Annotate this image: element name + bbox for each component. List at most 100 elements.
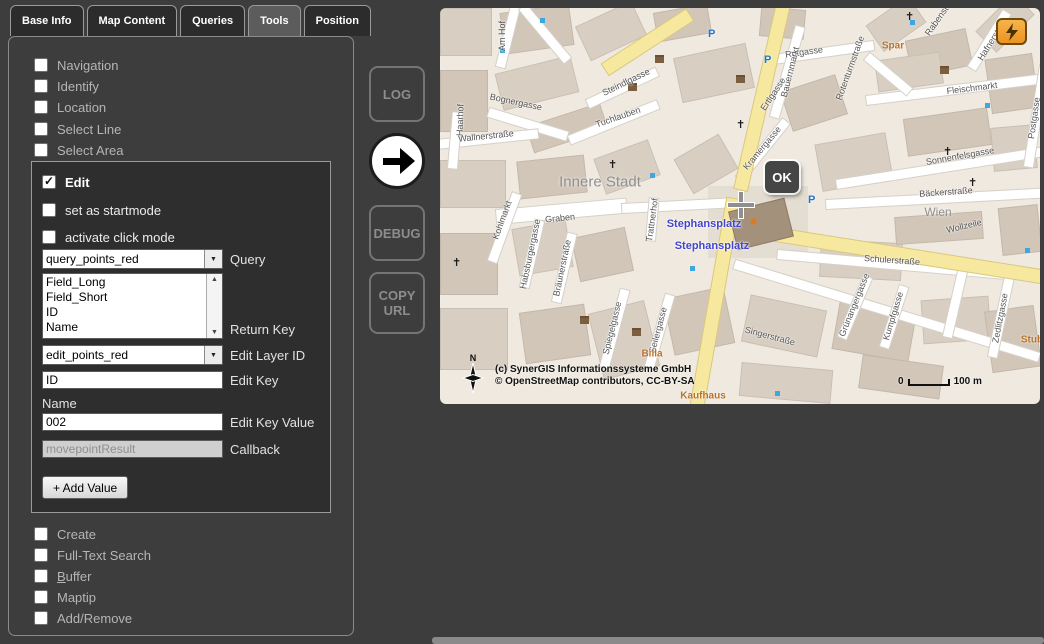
attribution-line: (c) SynerGIS Informationssysteme GmbH bbox=[495, 364, 695, 376]
poi-star-icon: * bbox=[750, 220, 757, 230]
select-line-checkbox[interactable] bbox=[34, 122, 48, 136]
query-select[interactable]: query_points_red ▼ bbox=[42, 249, 223, 269]
flash-tool-button[interactable] bbox=[996, 18, 1027, 45]
tab-queries[interactable]: Queries bbox=[180, 5, 245, 36]
building-block bbox=[571, 227, 634, 282]
church-icon: ✝ bbox=[608, 158, 617, 171]
activate-click-mode-checkbox[interactable] bbox=[42, 230, 56, 244]
debug-button[interactable]: DEBUG bbox=[369, 205, 425, 261]
parking-icon: P bbox=[808, 194, 815, 206]
select-area-label: Select Area bbox=[57, 143, 124, 158]
list-item[interactable]: Name bbox=[46, 320, 206, 335]
log-button[interactable]: LOG bbox=[369, 66, 425, 122]
scale-end: 100 m bbox=[954, 376, 982, 387]
edit-section: ✓ Edit set as startmode activate click m… bbox=[31, 161, 331, 513]
full-text-search-checkbox[interactable] bbox=[34, 548, 48, 562]
edit-key-value-input[interactable] bbox=[42, 413, 223, 431]
street-label: Graben bbox=[545, 211, 576, 224]
callback-label: Callback bbox=[230, 442, 280, 457]
transit-stop-icon bbox=[985, 103, 990, 108]
square-label: Stephansplatz bbox=[675, 240, 750, 252]
street-label: Am Hof bbox=[497, 21, 507, 51]
select-line-label: Select Line bbox=[57, 122, 121, 137]
add-remove-row[interactable]: Add/Remove bbox=[34, 611, 132, 625]
full-text-search-label: Full-Text Search bbox=[57, 548, 151, 563]
navigation-checkbox[interactable] bbox=[34, 58, 48, 72]
edit-layer-select-value: edit_points_red bbox=[43, 348, 204, 362]
scale-bar: 0 100 m bbox=[898, 376, 982, 387]
add-remove-checkbox[interactable] bbox=[34, 611, 48, 625]
maptip-row[interactable]: Maptip bbox=[34, 590, 96, 604]
location-row[interactable]: Location bbox=[34, 100, 106, 114]
transit-stop-icon bbox=[775, 391, 780, 396]
set-as-startmode-row[interactable]: set as startmode bbox=[42, 203, 161, 217]
identify-label: Identify bbox=[57, 79, 99, 94]
listbox-scrollbar[interactable]: ▲ ▼ bbox=[206, 274, 222, 338]
edit-title: Edit bbox=[65, 175, 90, 190]
query-select-value: query_points_red bbox=[43, 252, 204, 266]
list-item[interactable]: Field_Short bbox=[46, 290, 206, 305]
street-label: Haarhof bbox=[454, 104, 465, 136]
full-text-search-row[interactable]: Full-Text Search bbox=[34, 548, 151, 562]
building-block bbox=[998, 204, 1040, 256]
location-label: Location bbox=[57, 100, 106, 115]
edit-checkbox[interactable]: ✓ bbox=[42, 175, 56, 189]
landmark-icon bbox=[736, 75, 745, 83]
tab-tools[interactable]: Tools bbox=[248, 5, 301, 36]
chevron-down-icon[interactable]: ▼ bbox=[204, 250, 222, 268]
transit-stop-icon bbox=[1025, 248, 1030, 253]
church-icon: ✝ bbox=[736, 118, 745, 131]
landmark-icon bbox=[940, 66, 949, 74]
building-block bbox=[519, 304, 592, 365]
return-key-options: Field_Long Field_Short ID Name bbox=[43, 274, 206, 338]
tab-bar: Base Info Map Content Queries Tools Posi… bbox=[10, 5, 371, 36]
arrow-icon bbox=[383, 158, 400, 165]
compass-north-label: N bbox=[470, 353, 477, 363]
shop-label: Billa bbox=[641, 349, 662, 360]
identify-checkbox[interactable] bbox=[34, 79, 48, 93]
create-row[interactable]: Create bbox=[34, 527, 96, 541]
create-checkbox[interactable] bbox=[34, 527, 48, 541]
lightning-icon bbox=[1005, 23, 1019, 41]
maptip-label: Maptip bbox=[57, 590, 96, 605]
edit-key-input[interactable] bbox=[42, 371, 223, 389]
add-remove-label: Add/Remove bbox=[57, 611, 132, 626]
list-item[interactable]: Field_Long bbox=[46, 275, 206, 290]
chevron-down-icon[interactable]: ▼ bbox=[204, 346, 222, 364]
tab-map-content[interactable]: Map Content bbox=[87, 5, 178, 36]
district-label: Innere Stadt bbox=[559, 174, 641, 191]
identify-row[interactable]: Identify bbox=[34, 79, 99, 93]
location-checkbox[interactable] bbox=[34, 100, 48, 114]
list-item[interactable]: ID bbox=[46, 305, 206, 320]
scroll-up-icon[interactable]: ▲ bbox=[207, 276, 222, 283]
activate-click-mode-row[interactable]: activate click mode bbox=[42, 230, 175, 244]
tab-position[interactable]: Position bbox=[304, 5, 371, 36]
edit-layer-select[interactable]: edit_points_red ▼ bbox=[42, 345, 223, 365]
scale-line bbox=[908, 379, 950, 386]
maptip-checkbox[interactable] bbox=[34, 590, 48, 604]
landmark-icon bbox=[632, 328, 641, 336]
edit-row[interactable]: ✓ Edit bbox=[42, 175, 90, 189]
select-area-checkbox[interactable] bbox=[34, 143, 48, 157]
ok-button[interactable]: OK bbox=[765, 161, 799, 193]
tools-panel: Navigation Identify Location Select Line… bbox=[8, 36, 354, 636]
next-arrow-button[interactable] bbox=[369, 133, 425, 189]
navigation-row[interactable]: Navigation bbox=[34, 58, 118, 72]
return-key-listbox[interactable]: Field_Long Field_Short ID Name ▲ ▼ bbox=[42, 273, 223, 339]
tab-base-info[interactable]: Base Info bbox=[10, 5, 84, 36]
horizontal-scrollbar[interactable] bbox=[432, 637, 1044, 644]
scroll-down-icon[interactable]: ▼ bbox=[207, 329, 222, 336]
edit-key-value-label: Edit Key Value bbox=[230, 415, 314, 430]
map-view[interactable]: ✝ ✝ ✝ ✝ ✝ ✝ P P P * Am Hof Steindlgasse … bbox=[440, 8, 1040, 404]
landmark-icon bbox=[580, 316, 589, 324]
edit-point-marker[interactable] bbox=[728, 192, 754, 218]
church-icon: ✝ bbox=[452, 256, 461, 269]
buffer-checkbox[interactable] bbox=[34, 569, 48, 583]
select-area-row[interactable]: Select Area bbox=[34, 143, 124, 157]
add-value-button[interactable]: + Add Value bbox=[42, 476, 128, 499]
copy-url-button[interactable]: COPY URL bbox=[369, 272, 425, 334]
buffer-row[interactable]: Buffer bbox=[34, 569, 91, 583]
transit-stop-icon bbox=[540, 18, 545, 23]
set-as-startmode-checkbox[interactable] bbox=[42, 203, 56, 217]
select-line-row[interactable]: Select Line bbox=[34, 122, 121, 136]
